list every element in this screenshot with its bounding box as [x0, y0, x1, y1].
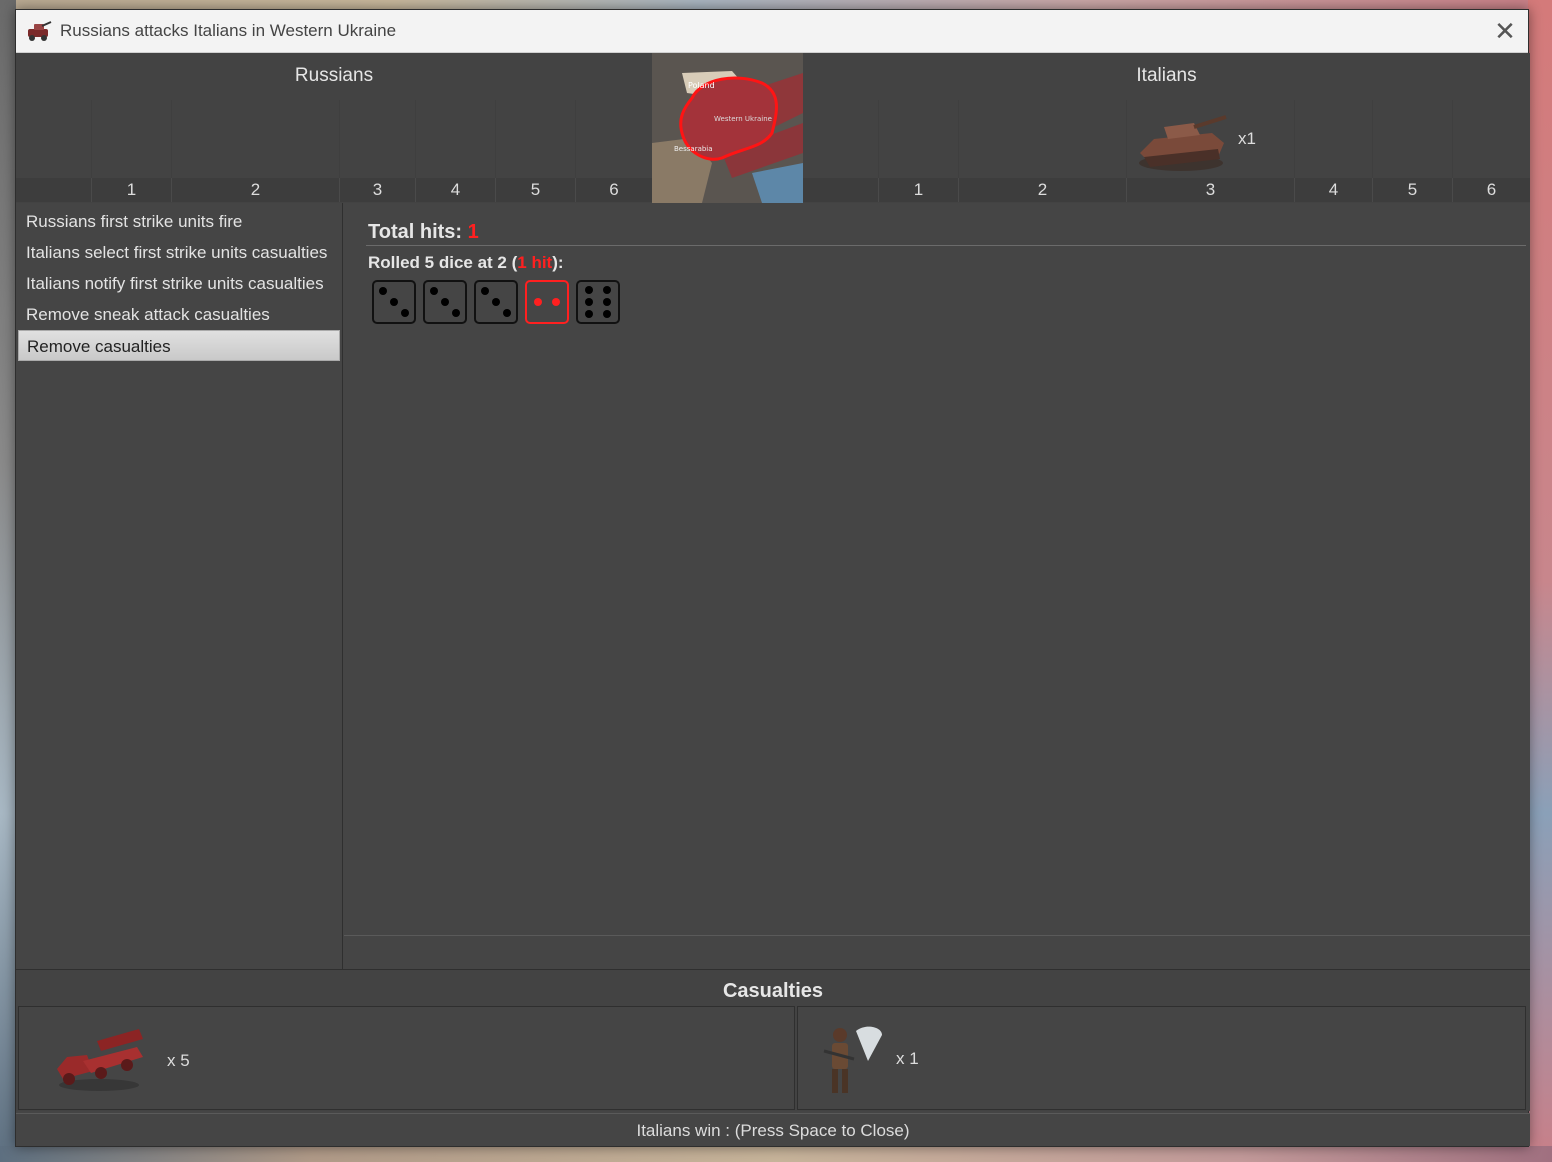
minimap-label: Bessarabia [674, 145, 713, 153]
die-pip [429, 286, 438, 295]
attacker-casualty-count: x 5 [167, 1051, 190, 1070]
map-edge-right [1528, 0, 1552, 1162]
die-face [525, 280, 569, 324]
die-pip [452, 309, 461, 318]
die-pip [390, 298, 398, 306]
total-hits-value: 1 [467, 221, 479, 243]
territory-minimap: Poland Western Ukraine Bessarabia [652, 53, 803, 203]
attacker-column: 4 [415, 178, 495, 202]
roll-summary: Rolled 5 dice at 2 (1 hit): [368, 253, 564, 272]
attacker-column: 1 [91, 178, 171, 202]
die-pip [551, 298, 560, 306]
attacker-column: 3 [339, 178, 415, 202]
results-footer [344, 935, 1530, 969]
attacker-columns: 1 2 3 4 5 6 [16, 178, 652, 202]
die-pip [585, 310, 594, 318]
attacker-column-area [91, 100, 652, 178]
step-item[interactable]: Russians first strike units fire [18, 206, 340, 237]
die-pip [378, 286, 387, 295]
rocket-truck-icon [53, 1021, 147, 1098]
defender-column: 2 [958, 178, 1126, 202]
die-pip [585, 298, 594, 306]
battle-steps-list: Russians first strike units fire Italian… [16, 203, 343, 969]
die-pip [441, 298, 449, 306]
defender-column: 1 [878, 178, 958, 202]
defender-column: 6 [1452, 178, 1530, 202]
app-icon [26, 19, 52, 43]
defender-title: Italians [1136, 65, 1197, 86]
divider [366, 245, 1526, 246]
step-item[interactable]: Remove sneak attack casualties [18, 299, 340, 330]
step-item-active[interactable]: Remove casualties [18, 330, 340, 361]
dice-row [372, 280, 620, 324]
die-pip [492, 298, 500, 306]
die-pip [602, 286, 611, 294]
roll-results: Total hits: 1 Rolled 5 dice at 2 (1 hit)… [344, 203, 1530, 935]
defender-unit-count: x1 [1238, 129, 1256, 148]
battle-board: Russians Italians 1 2 3 4 5 6 1 2 3 4 5 … [16, 53, 1530, 203]
minimap-label: Western Ukraine [714, 115, 772, 123]
casualties-title: Casualties [722, 980, 824, 1002]
defender-column: 4 [1294, 178, 1372, 202]
map-edge-left [0, 0, 16, 1162]
minimap-label: Poland [688, 81, 715, 90]
close-icon[interactable]: ✕ [1482, 10, 1528, 53]
map-edge-bottom [0, 1146, 1552, 1162]
die-face [372, 280, 416, 324]
die-face [576, 280, 620, 324]
battle-dialog: Russians attacks Italians in Western Ukr… [15, 9, 1530, 1147]
die-pip [401, 309, 410, 318]
attacker-casualties: x 5 [18, 1006, 795, 1110]
total-hits: Total hits: 1 [368, 221, 479, 243]
step-item[interactable]: Italians select first strike units casua… [18, 237, 340, 268]
defender-column: 5 [1372, 178, 1452, 202]
tank-icon [1134, 105, 1228, 175]
die-pip [602, 298, 611, 306]
defender-casualties: x 1 [797, 1006, 1526, 1110]
die-pip [602, 310, 611, 318]
status-bar[interactable]: Italians win : (Press Space to Close) [16, 1113, 1530, 1146]
defender-columns: 1 2 3 4 5 6 [803, 178, 1530, 202]
die-face [474, 280, 518, 324]
die-pip [534, 298, 543, 306]
defender-casualty-count: x 1 [896, 1049, 919, 1068]
die-pip [503, 309, 512, 318]
attacker-column: 2 [171, 178, 339, 202]
paratrooper-icon [816, 1021, 886, 1102]
window-title: Russians attacks Italians in Western Ukr… [60, 21, 397, 40]
casualties-panel: Casualties x 5 x 1 [16, 969, 1530, 1111]
title-bar: Russians attacks Italians in Western Ukr… [16, 10, 1528, 53]
step-item[interactable]: Italians notify first strike units casua… [18, 268, 340, 299]
attacker-title: Russians [294, 65, 374, 86]
defender-column: 3 [1126, 178, 1294, 202]
attacker-column: 5 [495, 178, 575, 202]
die-pip [585, 286, 594, 294]
attacker-column: 6 [575, 178, 652, 202]
die-pip [480, 286, 489, 295]
die-face [423, 280, 467, 324]
